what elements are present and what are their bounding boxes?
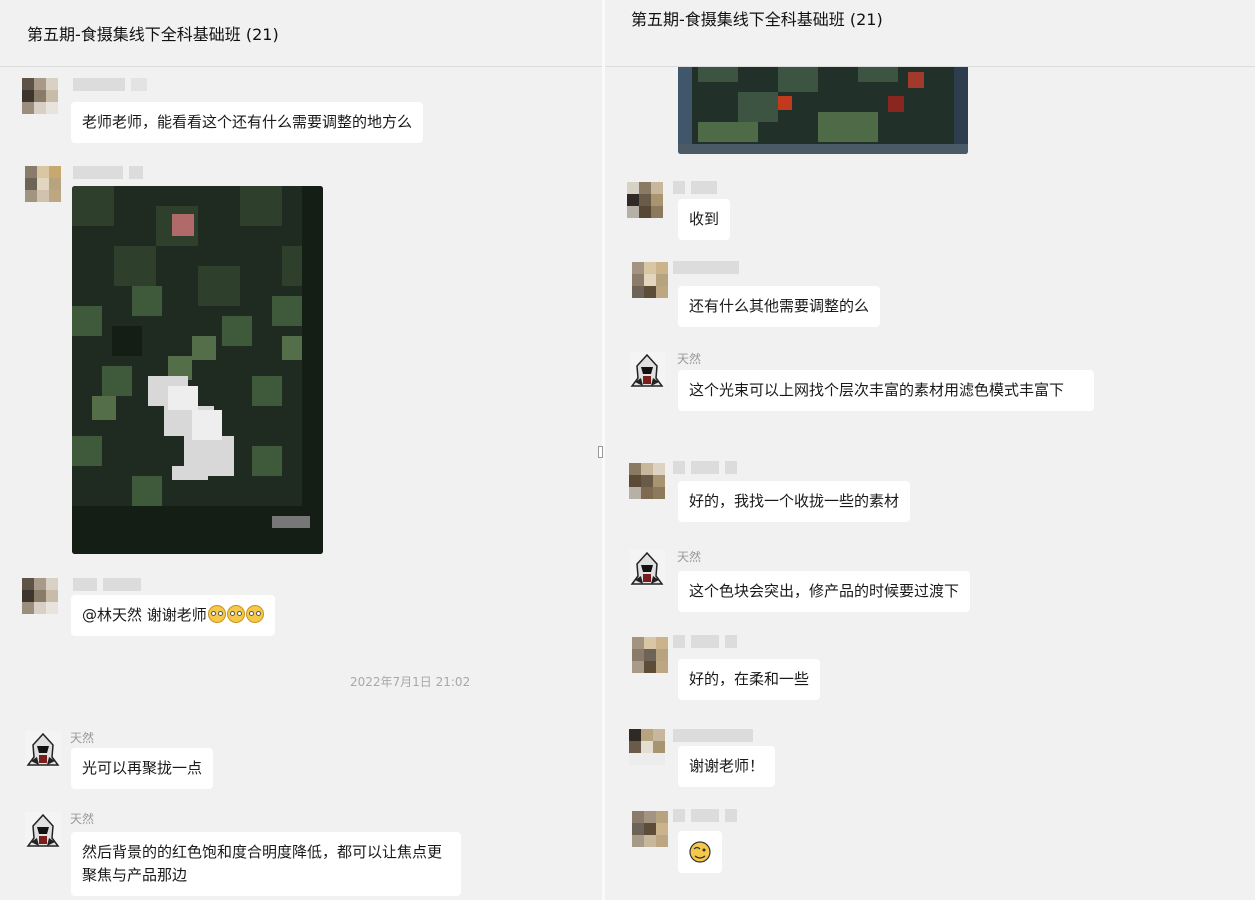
message-bubble[interactable]: 好的，在柔和一些 xyxy=(678,659,821,700)
message-bubble[interactable]: 这个色块会突出，修产品的时候要过渡下 xyxy=(678,571,971,612)
sticker-bubble[interactable] xyxy=(678,831,722,873)
message-bubble[interactable]: 还有什么其他需要调整的么 xyxy=(678,286,881,327)
chat-header: 第五期-食摄集线下全科基础班 (21) xyxy=(605,0,1255,67)
message-text: 还有什么其他需要调整的么 xyxy=(689,297,870,315)
hooded-assassin-avatar-icon[interactable] xyxy=(629,550,665,586)
message-bubble[interactable]: 好的，我找一个收拢一些的素材 xyxy=(678,481,911,522)
timestamp: 2022年7月1日 21:02 xyxy=(350,675,471,689)
avatar[interactable] xyxy=(632,262,668,298)
avatar[interactable] xyxy=(632,811,668,847)
chat-window-left: 第五期-食摄集线下全科基础班 (21) 老师老师，能看看这个还有什么需要调整的地… xyxy=(0,0,602,900)
message-text: 然后背景的的红色饱和度合明度降低，都可以让焦点更聚焦与产品那边 xyxy=(82,843,443,884)
message-text: 好的，在柔和一些 xyxy=(689,670,810,688)
message-bubble[interactable]: 收到 xyxy=(678,199,731,240)
dizzy-face-emoji-icon xyxy=(245,605,264,623)
message-text: 这个色块会突出，修产品的时候要过渡下 xyxy=(689,582,960,600)
shared-photo[interactable] xyxy=(678,52,968,154)
sender-name: 天然 xyxy=(70,731,95,745)
sender-name-blurred xyxy=(673,181,717,194)
avatar[interactable] xyxy=(632,637,668,673)
message-text: @林天然 谢谢老师 xyxy=(82,606,207,624)
message-bubble[interactable]: 老师老师，能看看这个还有什么需要调整的地方么 xyxy=(71,102,424,143)
sender-name-blurred xyxy=(73,578,141,591)
message-text: 谢谢老师！ xyxy=(689,757,765,775)
avatar[interactable] xyxy=(629,729,665,765)
sender-name: 天然 xyxy=(677,352,702,366)
sender-name: 天然 xyxy=(70,812,95,826)
sender-name-blurred xyxy=(673,729,753,742)
message-bubble[interactable]: @林天然 谢谢老师 xyxy=(71,595,275,636)
message-text: 光可以再聚拢一点 xyxy=(82,759,203,777)
sender-name-blurred xyxy=(73,78,147,91)
avatar[interactable] xyxy=(25,166,61,202)
hooded-assassin-avatar-icon[interactable] xyxy=(25,812,61,848)
message-bubble[interactable]: 光可以再聚拢一点 xyxy=(71,748,214,789)
message-text: 好的，我找一个收拢一些的素材 xyxy=(689,492,900,510)
dizzy-face-emoji-icon xyxy=(207,605,226,623)
avatar[interactable] xyxy=(22,578,58,614)
sender-name-blurred xyxy=(673,461,737,474)
message-bubble[interactable]: 这个光束可以上网找个层次丰富的素材用滤色模式丰富下 xyxy=(678,370,1094,411)
dizzy-face-emoji-icon xyxy=(226,605,245,623)
message-bubble[interactable]: 然后背景的的红色饱和度合明度降低，都可以让焦点更聚焦与产品那边 xyxy=(71,832,461,896)
group-title: 第五期-食摄集线下全科基础班 (21) xyxy=(631,10,883,29)
sender-name-blurred xyxy=(673,809,737,822)
avatar[interactable] xyxy=(22,78,58,114)
resize-handle[interactable] xyxy=(598,446,603,458)
message-text: 老师老师，能看看这个还有什么需要调整的地方么 xyxy=(82,113,413,131)
avatar[interactable] xyxy=(629,463,665,499)
winking-face-sticker-icon xyxy=(689,841,711,863)
sender-name: 天然 xyxy=(677,550,702,564)
sender-name-blurred xyxy=(673,261,739,274)
sender-name-blurred xyxy=(673,635,737,648)
sender-name-blurred xyxy=(73,166,143,179)
chat-header: 第五期-食摄集线下全科基础班 (21) xyxy=(0,0,602,67)
pixelated-image xyxy=(72,186,323,554)
message-text: 收到 xyxy=(689,210,720,228)
pixelated-image xyxy=(678,52,968,154)
avatar[interactable] xyxy=(627,182,663,218)
hooded-assassin-avatar-icon[interactable] xyxy=(25,731,61,767)
message-bubble[interactable]: 谢谢老师！ xyxy=(678,746,776,787)
shared-photo[interactable] xyxy=(72,186,323,554)
chat-window-right: 第五期-食摄集线下全科基础班 (21) 收到 还有什么其他需要调整的么 天然 这… xyxy=(605,0,1255,900)
message-text: 这个光束可以上网找个层次丰富的素材用滤色模式丰富下 xyxy=(689,381,1065,399)
hooded-assassin-avatar-icon[interactable] xyxy=(629,352,665,388)
group-title: 第五期-食摄集线下全科基础班 (21) xyxy=(27,25,279,44)
